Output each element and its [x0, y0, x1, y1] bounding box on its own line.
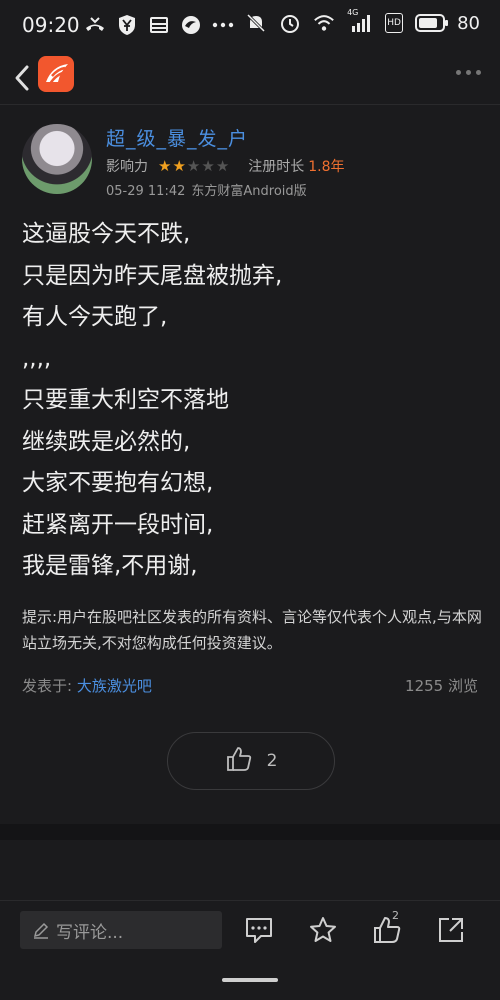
battery-icon: [415, 12, 449, 34]
status-left-icons: [84, 14, 234, 36]
author-meta: 影响力 ★★★★★ 注册时长 1.8年: [106, 156, 345, 176]
silent-bell-icon: [245, 12, 267, 34]
yen-shield-icon: [116, 14, 138, 36]
star-icon: ★: [172, 157, 187, 175]
post-line: 这逼股今天不跌,: [22, 221, 191, 247]
missed-call-icon: [84, 14, 106, 36]
star-icon: ★: [186, 157, 202, 175]
status-bar: 09:20 4G HD 80: [0, 0, 500, 52]
comment-input[interactable]: 写评论...: [20, 911, 222, 949]
swirl-app-icon: [180, 14, 202, 36]
pencil-icon: [32, 921, 50, 939]
posted-in: 发表于: 大族激光吧: [22, 675, 152, 696]
reg-label: 注册时长: [248, 159, 305, 175]
posted-in-label: 发表于:: [22, 677, 73, 695]
post-line: 有人今天跑了,: [22, 304, 168, 330]
post-line: 大家不要抱有幻想,: [22, 470, 214, 496]
more-dots-icon[interactable]: [456, 64, 484, 80]
star-icon: ★: [158, 157, 173, 175]
username[interactable]: 超_级_暴_发_户: [106, 124, 248, 151]
disclaimer: 提示:用户在股吧社区发表的所有资料、言论等仅代表个人观点,与本网站立场无关,不对…: [22, 608, 482, 652]
star-icon: ★: [201, 157, 216, 175]
like-button[interactable]: 2: [167, 732, 335, 790]
like-count: 2: [266, 751, 278, 771]
post-meta: 05-29 11:42 东方财富Android版: [106, 180, 307, 199]
battery-level: 80: [457, 12, 480, 34]
more-dots-icon: [212, 14, 234, 36]
star-icon[interactable]: [308, 915, 338, 945]
wifi-icon: [313, 12, 335, 34]
nav-divider: [0, 104, 500, 105]
like-badge: 2: [392, 909, 399, 922]
status-time: 09:20: [22, 13, 80, 37]
hd-icon: HD: [385, 13, 404, 33]
author-header: 超_级_暴_发_户 影响力 ★★★★★ 注册时长 1.8年 05-29 11:4…: [22, 124, 492, 204]
view-count: 1255 浏览: [405, 677, 478, 695]
share-icon[interactable]: [436, 915, 466, 945]
nav-bar: [0, 52, 500, 104]
news-icon: [148, 14, 170, 36]
home-indicator[interactable]: [222, 978, 278, 982]
post-line: 只是因为昨天尾盘被抛弃,: [22, 262, 283, 289]
post-line: 只要重大利空不落地: [22, 387, 229, 413]
signal-label: 4G: [347, 8, 359, 17]
eastmoney-logo-icon: [38, 56, 74, 92]
post-line: 赶紧离开一段时间,: [22, 511, 214, 538]
influence-stars: ★★★★★: [158, 157, 230, 175]
post-body: 这逼股今天不跌, 只是因为昨天尾盘被抛弃, 有人今天跑了, ,,,, 只要重大利…: [22, 214, 482, 588]
chevron-left-icon[interactable]: [10, 60, 34, 96]
post-time: 05-29 11:42: [106, 184, 186, 199]
comment-icon[interactable]: [244, 915, 274, 945]
hd-label: HD: [387, 18, 401, 28]
influence-label: 影响力: [106, 159, 148, 175]
post-line: ,,,,: [22, 345, 52, 372]
post-line: 继续跌是必然的,: [22, 428, 191, 455]
post-platform: 东方财富Android版: [191, 184, 307, 199]
bar-link[interactable]: 大族激光吧: [77, 677, 152, 695]
avatar[interactable]: [22, 124, 92, 194]
star-icon: ★: [215, 157, 231, 175]
thumbs-up-icon: [225, 745, 253, 777]
reg-value: 1.8年: [308, 159, 345, 175]
bottom-action-bar: 写评论... 2: [0, 901, 500, 1000]
comment-placeholder: 写评论...: [56, 922, 124, 943]
status-right-icons: 4G HD 80: [245, 8, 480, 34]
section-separator: [0, 824, 500, 840]
alarm-icon: [279, 12, 301, 34]
signal-4g-icon: 4G: [347, 8, 373, 34]
post-line: 我是雷锋,不用谢,: [22, 553, 198, 579]
